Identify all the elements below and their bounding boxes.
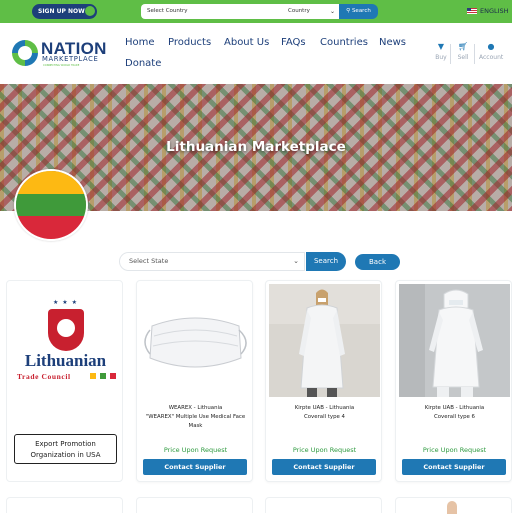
nav-products[interactable]: Products [168,37,211,48]
country-select[interactable]: Select Country Country ⌄ [141,4,339,19]
back-button[interactable]: Back [355,254,400,270]
nav-home[interactable]: Home [125,37,155,48]
product-price: Price Upon Request [292,446,357,454]
chevron-down-icon: ⌄ [293,257,299,265]
council-sub: Trade Council [17,372,71,381]
account-link[interactable]: ● Account [479,42,503,61]
country-search-button[interactable]: ⚲ Search [339,4,378,19]
product-title: WEAREX - Lithuania "WEAREX" Multiple Use… [141,404,250,431]
export-promotion-button[interactable]: Export Promotion Organization in USA [14,434,117,464]
product-image[interactable] [269,284,380,397]
product-image[interactable] [140,284,251,397]
product-price: Price Upon Request [422,446,487,454]
nav-donate[interactable]: Donate [125,58,161,69]
user-icon: ● [487,42,495,51]
product-title: Kirpte UAB - Lithuania Coverall type 6 [400,404,509,422]
pointer-icon [85,6,95,16]
nav-faqs[interactable]: FAQs [281,37,306,48]
product-name: "WEAREX" Multiple Use Medical Face Mask [145,414,246,429]
divider [474,44,475,64]
contact-supplier-button[interactable]: Contact Supplier [143,459,247,475]
site-logo[interactable]: NATION MARKETPLACE CONNECTING WORLD TRAD… [12,38,112,70]
nav-news[interactable]: News [379,37,406,48]
stars-icon: ★ ★ ★ [53,299,78,306]
globe-icon [12,40,38,66]
product-card[interactable] [395,497,512,514]
coverall-type6-image [399,284,510,397]
language-label: ENGLISH [480,7,509,15]
product-card[interactable]: Kirpte UAB - Lithuania Coverall type 4 P… [265,280,382,482]
country-search-label: Search [351,8,371,14]
product-card[interactable] [265,497,382,513]
language-switcher[interactable]: ENGLISH [467,4,509,19]
trade-council-card: ★ ★ ★ Lithuanian Trade Council Export Pr… [6,280,123,482]
flag-stripe-red [16,216,86,239]
product-card[interactable]: WEAREX - Lithuania "WEAREX" Multiple Use… [136,280,253,482]
product-name: Coverall type 6 [434,414,475,420]
logo-tagline: CONNECTING WORLD TRADE [43,64,80,67]
coverall-type4-image [269,284,380,397]
sign-up-button[interactable]: SIGN UP NOW! [32,4,97,19]
contact-supplier-button[interactable]: Contact Supplier [402,459,506,475]
state-search-button[interactable]: Search [306,252,346,271]
country-select-placeholder: Select Country [147,8,188,14]
face-mask-image [140,284,251,397]
product-image [447,501,457,514]
flag-square-yellow [90,373,96,379]
nav-countries[interactable]: Countries [320,37,368,48]
state-select-placeholder: Select State [129,257,169,265]
country-select-label: Country [288,8,310,14]
product-seller: Kirpte UAB - Lithuania [294,405,355,411]
flag-square-red [110,373,116,379]
state-select[interactable]: Select State ⌄ [119,252,305,271]
lithuania-flag [14,169,88,241]
page-title: Lithuanian Marketplace [166,139,346,155]
us-flag-icon [467,8,477,14]
top-bar: SIGN UP NOW! Select Country Country ⌄ ⚲ … [0,0,512,23]
sell-link[interactable]: 🛒︎ Sell [451,42,475,61]
account-label: Account [479,54,504,61]
product-card[interactable] [6,497,123,513]
sign-up-label: SIGN UP NOW! [38,8,88,15]
sell-label: Sell [457,54,469,61]
product-image[interactable] [399,284,510,397]
flag-stripe-green [16,193,86,217]
product-price: Price Upon Request [163,446,228,454]
product-seller: WEAREX - Lithuania [168,405,223,411]
council-name: Lithuanian [24,351,107,370]
eagle-shield-icon [48,309,84,351]
product-card[interactable] [136,497,253,513]
product-name: Coverall type 4 [304,414,345,420]
product-seller: Kirpte UAB - Lithuania [424,405,485,411]
product-title: Kirpte UAB - Lithuania Coverall type 4 [270,404,379,422]
flag-square-green [100,373,106,379]
nav-about-us[interactable]: About Us [224,37,269,48]
cart-icon: 🛒︎ [457,42,469,51]
contact-supplier-button[interactable]: Contact Supplier [272,459,376,475]
product-card[interactable]: Kirpte UAB - Lithuania Coverall type 6 P… [395,280,512,482]
logo-sub: MARKETPLACE [42,55,99,63]
chevron-down-icon: ⌄ [329,8,335,15]
